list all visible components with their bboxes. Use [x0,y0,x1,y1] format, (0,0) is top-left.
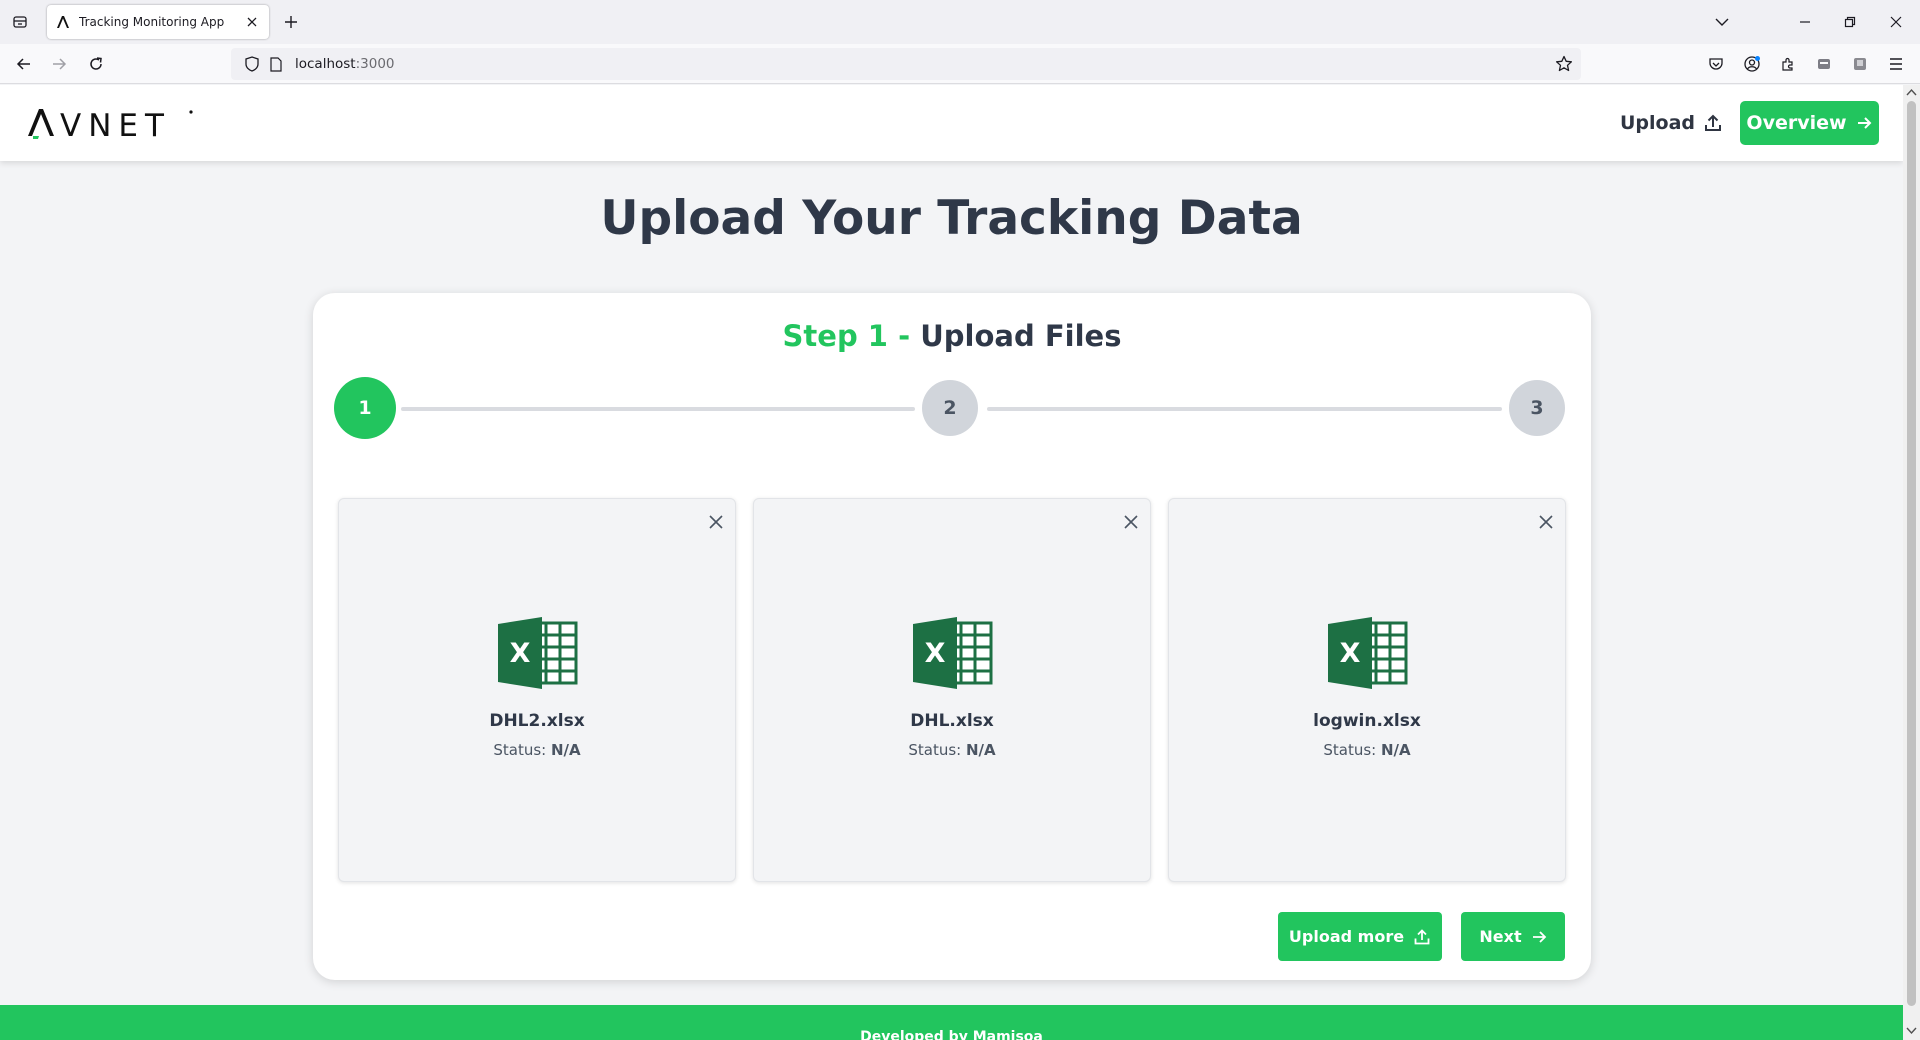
page-viewport: VNET Upload Overview Upload Your Trackin… [0,85,1903,1040]
header-upload-link[interactable]: Upload [1620,107,1723,139]
reload-icon[interactable] [84,52,108,76]
account-icon[interactable] [1740,52,1764,76]
upload-more-button[interactable]: Upload more [1278,912,1442,961]
stepper-line [401,407,915,411]
excel-file-icon: X [498,617,578,689]
close-icon[interactable] [705,511,727,533]
upload-icon [1414,928,1430,944]
browser-tab-bar: Tracking Monitoring App [0,0,1920,44]
close-window-icon[interactable] [1884,10,1908,34]
browser-nav-bar: localhost:3000 [0,44,1920,84]
tab-list-icon[interactable] [8,10,32,34]
stepper-line [987,407,1502,411]
restore-icon[interactable] [1838,10,1862,34]
plus-icon[interactable] [280,11,302,33]
minimize-icon[interactable] [1793,10,1817,34]
app-header: VNET Upload Overview [0,85,1903,161]
header-upload-label: Upload [1620,112,1696,134]
pocket-icon[interactable] [1704,52,1728,76]
profile-icon[interactable] [1848,52,1872,76]
shield-icon[interactable] [243,55,261,73]
excel-file-icon: X [1328,617,1408,689]
file-name: DHL.xlsx [910,711,994,731]
svg-text:X: X [1340,638,1361,669]
upload-more-label: Upload more [1288,927,1405,946]
close-icon[interactable] [1120,511,1142,533]
avnet-logo-mark: VNET [28,108,193,141]
next-label: Next [1479,927,1522,946]
page-icon[interactable] [267,55,285,73]
arrow-right-icon [1857,117,1871,129]
page-scrollbar[interactable] [1903,85,1920,1040]
upload-icon [1705,114,1722,131]
file-card: X DHL2.xlsx Status: N/A [338,498,736,882]
menu-icon[interactable] [1884,52,1908,76]
step-title: Step 1 - Upload Files [313,319,1591,353]
next-button[interactable]: Next [1461,912,1565,961]
url-bar[interactable]: localhost:3000 [231,48,1581,80]
close-icon[interactable] [1535,511,1557,533]
step-circle-2[interactable]: 2 [922,380,978,436]
stepper: 1 2 3 [334,377,1566,439]
scroll-up-icon[interactable] [1906,88,1917,98]
step-prefix: Step 1 - [782,319,911,353]
overview-button[interactable]: Overview [1740,101,1879,145]
forward-icon[interactable] [47,52,71,76]
extensions-icon[interactable] [1776,52,1800,76]
file-card: X logwin.xlsx Status: N/A [1168,498,1566,882]
avnet-logo[interactable]: VNET [26,105,196,141]
svg-text:X: X [925,638,946,669]
overview-label: Overview [1746,112,1847,134]
footer: Developed by Mamisoa [0,1005,1903,1040]
logo-text: VNET [60,108,171,141]
step-name: Upload Files [920,319,1122,353]
footer-text: Developed by Mamisoa [860,1029,1043,1040]
arrow-right-icon [1532,930,1546,943]
browser-tab[interactable]: Tracking Monitoring App [47,5,269,39]
scroll-thumb[interactable] [1907,101,1916,1006]
scroll-down-icon[interactable] [1906,1025,1917,1035]
back-icon[interactable] [12,52,36,76]
star-icon[interactable] [1555,55,1573,73]
url-text[interactable]: localhost:3000 [295,56,395,72]
avnet-favicon-icon [55,14,71,30]
step-circle-3[interactable]: 3 [1509,380,1565,436]
upload-wizard-card: Step 1 - Upload Files 1 2 3 X DHL2.xlsx … [313,293,1591,980]
tab-title: Tracking Monitoring App [79,15,225,29]
file-name: DHL2.xlsx [489,711,585,731]
page-title: Upload Your Tracking Data [600,191,1303,246]
file-name: logwin.xlsx [1313,711,1421,731]
close-icon[interactable] [243,13,261,31]
file-card: X DHL.xlsx Status: N/A [753,498,1151,882]
step-circle-1[interactable]: 1 [334,377,396,439]
svg-text:X: X [510,638,531,669]
chevron-down-icon[interactable] [1710,10,1734,34]
file-status: Status: N/A [908,741,996,759]
file-status: Status: N/A [1323,741,1411,759]
file-status: Status: N/A [493,741,581,759]
container-icon[interactable] [1812,52,1836,76]
excel-file-icon: X [913,617,993,689]
